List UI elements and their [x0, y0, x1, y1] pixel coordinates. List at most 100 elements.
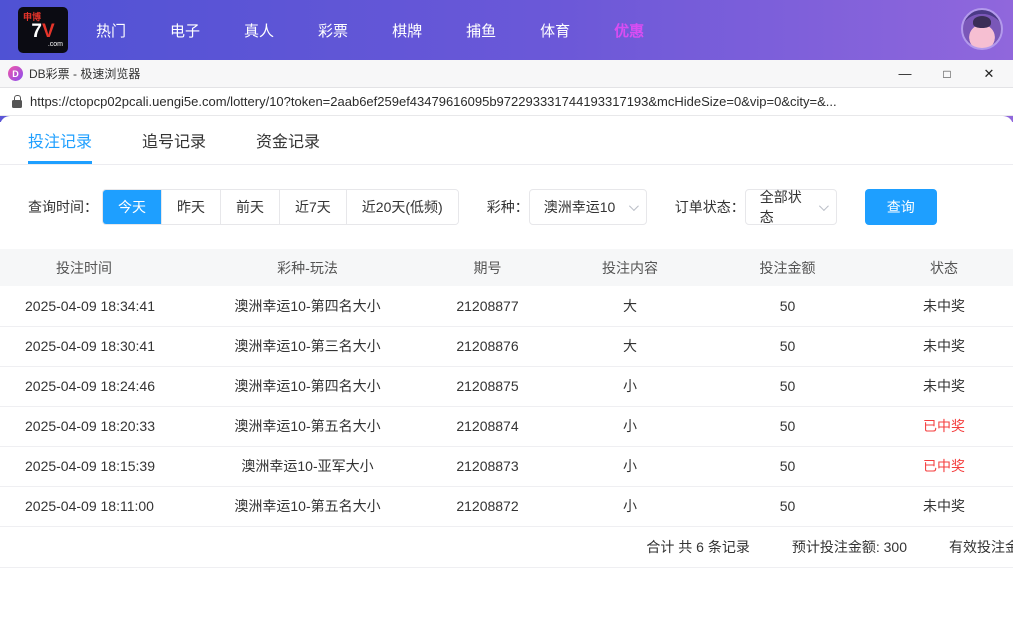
window-controls: — □ ✕	[897, 67, 1005, 80]
lock-icon	[12, 100, 22, 108]
time-option-20days[interactable]: 近20天(低频)	[346, 190, 458, 224]
cell-bet-time: 2025-04-09 18:20:33	[0, 406, 200, 446]
maximize-button[interactable]: □	[939, 68, 955, 80]
cell-amount: 50	[700, 406, 875, 446]
table-row: 2025-04-09 18:11:00 澳洲幸运10-第五名大小 2120887…	[0, 486, 1013, 526]
nav-item-hot[interactable]: 热门	[96, 20, 126, 41]
time-filter-group: 今天 昨天 前天 近7天 近20天(低频)	[102, 189, 459, 225]
cell-issue: 21208873	[415, 446, 560, 486]
status-badge: 已中奖	[875, 406, 1013, 446]
time-option-7days[interactable]: 近7天	[279, 190, 346, 224]
cell-content: 小	[560, 366, 700, 406]
filter-bar: 查询时间： 今天 昨天 前天 近7天 近20天(低频) 彩种： 澳洲幸运10 订…	[0, 189, 1013, 225]
total-records-text: 合计 共 6 条记录	[646, 537, 749, 557]
chevron-down-icon	[819, 201, 829, 211]
cell-issue: 21208876	[415, 326, 560, 366]
nav-item-live[interactable]: 真人	[244, 20, 274, 41]
bet-records-table: 投注时间 彩种-玩法 期号 投注内容 投注金额 状态 2025-04-09 18…	[0, 249, 1013, 527]
lottery-select-value: 澳洲幸运10	[544, 197, 616, 217]
logo-text-com: .com	[48, 41, 63, 48]
header-play-type: 彩种-玩法	[200, 249, 415, 286]
site-logo[interactable]: 申博 7V .com	[18, 7, 68, 53]
table-row: 2025-04-09 18:20:33 澳洲幸运10-第五名大小 2120887…	[0, 406, 1013, 446]
cell-bet-time: 2025-04-09 18:34:41	[0, 286, 200, 326]
cell-content: 大	[560, 286, 700, 326]
tab-bet-records[interactable]: 投注记录	[28, 116, 92, 164]
time-option-yesterday[interactable]: 昨天	[161, 190, 220, 224]
valid-amount-text: 有效投注金	[949, 537, 1013, 557]
table-row: 2025-04-09 18:24:46 澳洲幸运10-第四名大小 2120887…	[0, 366, 1013, 406]
expected-amount-text: 预计投注金额: 300	[792, 537, 907, 557]
status-badge: 未中奖	[875, 366, 1013, 406]
logo-text-7v: 7V	[31, 22, 54, 41]
header-status: 状态	[875, 249, 1013, 286]
nav-item-lottery[interactable]: 彩票	[318, 20, 348, 41]
window-title: DB彩票 - 极速浏览器	[29, 65, 897, 82]
header-bet-time: 投注时间	[0, 249, 200, 286]
table-row: 2025-04-09 18:30:41 澳洲幸运10-第三名大小 2120887…	[0, 326, 1013, 366]
cell-amount: 50	[700, 326, 875, 366]
close-button[interactable]: ✕	[981, 67, 997, 80]
cell-content: 大	[560, 326, 700, 366]
minimize-button[interactable]: —	[897, 67, 913, 80]
lottery-select[interactable]: 澳洲幸运10	[529, 189, 647, 225]
cell-bet-time: 2025-04-09 18:24:46	[0, 366, 200, 406]
url-text[interactable]: https://ctopcp02pcali.uengi5e.com/lotter…	[30, 94, 837, 109]
cell-play-type: 澳洲幸运10-第五名大小	[200, 406, 415, 446]
chevron-down-icon	[629, 201, 639, 211]
time-option-today[interactable]: 今天	[103, 190, 161, 224]
browser-address-bar[interactable]: https://ctopcp02pcali.uengi5e.com/lotter…	[0, 88, 1013, 116]
status-select-value: 全部状态	[760, 187, 811, 227]
status-filter-label: 订单状态：	[675, 197, 745, 217]
cell-amount: 50	[700, 286, 875, 326]
table-row: 2025-04-09 18:34:41 澳洲幸运10-第四名大小 2120887…	[0, 286, 1013, 326]
time-filter-label: 查询时间：	[28, 197, 98, 217]
cell-bet-time: 2025-04-09 18:11:00	[0, 486, 200, 526]
cell-content: 小	[560, 406, 700, 446]
browser-title-bar: D DB彩票 - 极速浏览器 — □ ✕	[0, 60, 1013, 88]
tab-chase-records[interactable]: 追号记录	[142, 116, 206, 164]
cell-content: 小	[560, 486, 700, 526]
search-button[interactable]: 查询	[865, 189, 937, 225]
header-issue: 期号	[415, 249, 560, 286]
table-footer-summary: 合计 共 6 条记录 预计投注金额: 300 有效投注金	[0, 527, 1013, 568]
record-tabs: 投注记录 追号记录 资金记录	[0, 116, 1013, 165]
nav-items: 热门 电子 真人 彩票 棋牌 捕鱼 体育 优惠	[96, 20, 644, 41]
nav-item-slots[interactable]: 电子	[170, 20, 200, 41]
nav-item-promo[interactable]: 优惠	[614, 20, 644, 41]
cell-play-type: 澳洲幸运10-第四名大小	[200, 366, 415, 406]
cell-bet-time: 2025-04-09 18:15:39	[0, 446, 200, 486]
status-badge: 未中奖	[875, 326, 1013, 366]
header-bet-amount: 投注金额	[700, 249, 875, 286]
tab-fund-records[interactable]: 资金记录	[256, 116, 320, 164]
table-row: 2025-04-09 18:15:39 澳洲幸运10-亚军大小 21208873…	[0, 446, 1013, 486]
cell-content: 小	[560, 446, 700, 486]
cell-play-type: 澳洲幸运10-第四名大小	[200, 286, 415, 326]
nav-item-fishing[interactable]: 捕鱼	[466, 20, 496, 41]
status-badge: 未中奖	[875, 286, 1013, 326]
order-status-select[interactable]: 全部状态	[745, 189, 837, 225]
cell-play-type: 澳洲幸运10-第三名大小	[200, 326, 415, 366]
nav-item-cards[interactable]: 棋牌	[392, 20, 422, 41]
time-option-daybefore[interactable]: 前天	[220, 190, 279, 224]
cell-play-type: 澳洲幸运10-亚军大小	[200, 446, 415, 486]
site-top-nav: 申博 7V .com 热门 电子 真人 彩票 棋牌 捕鱼 体育 优惠	[0, 0, 1013, 60]
content-card: 投注记录 追号记录 资金记录 查询时间： 今天 昨天 前天 近7天 近20天(低…	[0, 116, 1013, 620]
nav-item-sports[interactable]: 体育	[540, 20, 570, 41]
lottery-filter-label: 彩种：	[487, 197, 529, 217]
status-badge: 已中奖	[875, 446, 1013, 486]
status-badge: 未中奖	[875, 486, 1013, 526]
cell-bet-time: 2025-04-09 18:30:41	[0, 326, 200, 366]
cell-issue: 21208874	[415, 406, 560, 446]
table-header-row: 投注时间 彩种-玩法 期号 投注内容 投注金额 状态	[0, 249, 1013, 286]
cell-amount: 50	[700, 446, 875, 486]
cell-play-type: 澳洲幸运10-第五名大小	[200, 486, 415, 526]
cell-amount: 50	[700, 366, 875, 406]
header-bet-content: 投注内容	[560, 249, 700, 286]
app-icon: D	[8, 66, 23, 81]
cell-issue: 21208872	[415, 486, 560, 526]
cell-issue: 21208875	[415, 366, 560, 406]
cell-issue: 21208877	[415, 286, 560, 326]
user-avatar[interactable]	[961, 8, 1003, 50]
cell-amount: 50	[700, 486, 875, 526]
